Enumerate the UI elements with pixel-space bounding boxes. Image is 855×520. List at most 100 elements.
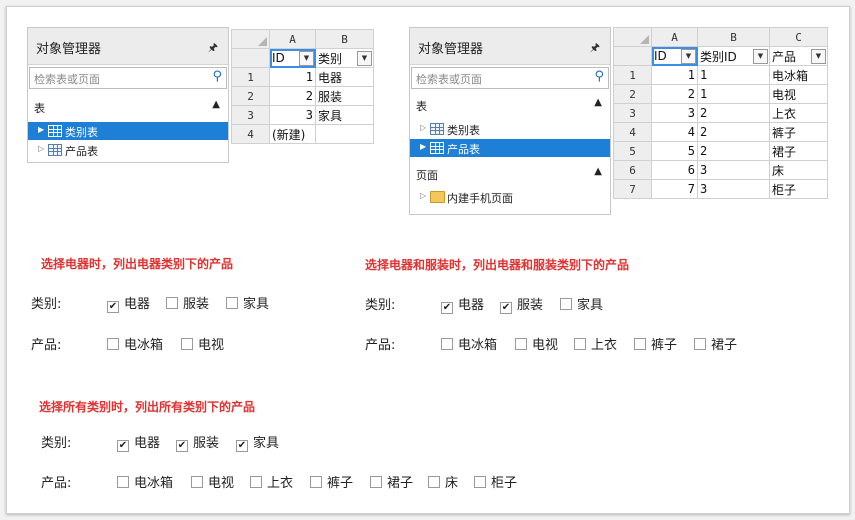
- product-checkbox[interactable]: 电视: [181, 334, 224, 353]
- table-row[interactable]: 5 5 2 裙子: [613, 141, 828, 161]
- cell-category[interactable]: 电器: [315, 67, 374, 87]
- cell-product[interactable]: 电冰箱: [769, 65, 828, 85]
- checkbox-checked-icon[interactable]: ✔: [107, 301, 119, 313]
- cell-category-id[interactable]: 2: [697, 122, 770, 142]
- checkbox-unchecked-icon[interactable]: [370, 476, 382, 488]
- product-checkbox[interactable]: 电视: [515, 334, 558, 353]
- category-checkbox[interactable]: 家具: [226, 293, 269, 312]
- checkbox-unchecked-icon[interactable]: [474, 476, 486, 488]
- row-number[interactable]: 1: [613, 65, 652, 85]
- checkbox-unchecked-icon[interactable]: [310, 476, 322, 488]
- cell-id[interactable]: 6: [651, 160, 698, 180]
- expand-arrow-icon[interactable]: ▷: [420, 123, 426, 132]
- cell-product[interactable]: 裙子: [769, 141, 828, 161]
- expand-arrow-icon[interactable]: ▶: [420, 142, 426, 151]
- table-row[interactable]: 4 4 2 裤子: [613, 122, 828, 142]
- category-checkbox[interactable]: ✔ 家具: [236, 432, 279, 452]
- section-pages[interactable]: 页面 ▲: [410, 165, 610, 183]
- dropdown-arrow-icon[interactable]: ▼: [753, 49, 768, 64]
- field-header-product[interactable]: 产品 ▼: [769, 46, 828, 66]
- table-row[interactable]: 6 6 3 床: [613, 160, 828, 180]
- search-input[interactable]: 检索表或页面 ⚲: [29, 67, 227, 89]
- cell-category-id[interactable]: 2: [697, 103, 770, 123]
- expand-arrow-icon[interactable]: ▷: [38, 144, 44, 153]
- chevron-up-icon[interactable]: ▲: [212, 99, 220, 110]
- category-checkbox[interactable]: ✔ 服装: [500, 294, 543, 314]
- section-tables[interactable]: 表 ▲: [28, 98, 228, 116]
- row-number[interactable]: 1: [231, 67, 270, 87]
- checkbox-unchecked-icon[interactable]: [107, 338, 119, 350]
- cell-id[interactable]: 1: [269, 67, 316, 87]
- cell-category-id[interactable]: 2: [697, 141, 770, 161]
- dropdown-arrow-icon[interactable]: ▼: [357, 51, 372, 66]
- product-checkbox[interactable]: 裤子: [310, 472, 353, 491]
- field-header-id[interactable]: ID ▼: [651, 46, 698, 66]
- product-checkbox[interactable]: 裤子: [634, 334, 677, 353]
- category-checkbox[interactable]: ✔ 电器: [107, 293, 150, 313]
- cell-id[interactable]: 7: [651, 179, 698, 199]
- select-all-corner[interactable]: [231, 29, 270, 49]
- table-row[interactable]: 1 1 1 电冰箱: [613, 65, 828, 85]
- search-icon[interactable]: ⚲: [594, 69, 604, 84]
- dropdown-arrow-icon[interactable]: ▼: [299, 51, 314, 66]
- category-checkbox[interactable]: ✔ 电器: [441, 294, 484, 314]
- checkbox-unchecked-icon[interactable]: [181, 338, 193, 350]
- category-checkbox[interactable]: ✔ 服装: [176, 432, 219, 452]
- search-icon[interactable]: ⚲: [212, 69, 222, 84]
- checkbox-unchecked-icon[interactable]: [117, 476, 129, 488]
- cell-product[interactable]: 上衣: [769, 103, 828, 123]
- product-checkbox[interactable]: 床: [428, 472, 458, 491]
- product-checkbox[interactable]: 电冰箱: [441, 334, 497, 353]
- cell-id[interactable]: 5: [651, 141, 698, 161]
- checkbox-checked-icon[interactable]: ✔: [236, 440, 248, 452]
- checkbox-unchecked-icon[interactable]: [226, 297, 238, 309]
- product-checkbox[interactable]: 电视: [191, 472, 234, 491]
- pin-icon[interactable]: 🖈︎: [590, 39, 600, 58]
- chevron-up-icon[interactable]: ▲: [594, 166, 602, 177]
- checkbox-checked-icon[interactable]: ✔: [500, 302, 512, 314]
- table-row[interactable]: 7 7 3 柜子: [613, 179, 828, 199]
- checkbox-checked-icon[interactable]: ✔: [441, 302, 453, 314]
- row-number[interactable]: 3: [613, 103, 652, 123]
- cell-id[interactable]: 1: [651, 65, 698, 85]
- cell-id[interactable]: 3: [651, 103, 698, 123]
- table-row[interactable]: 2 2 1 电视: [613, 84, 828, 104]
- product-checkbox[interactable]: 上衣: [250, 472, 293, 491]
- cell-product[interactable]: 电视: [769, 84, 828, 104]
- cell-id[interactable]: 2: [651, 84, 698, 104]
- column-header[interactable]: B: [315, 29, 374, 49]
- section-tables[interactable]: 表 ▲: [410, 96, 610, 114]
- table-row[interactable]: 3 3 2 上衣: [613, 103, 828, 123]
- row-number[interactable]: 6: [613, 160, 652, 180]
- cell-category[interactable]: 家具: [315, 105, 374, 125]
- tree-item-category-table[interactable]: ▷ 类别表: [410, 120, 610, 138]
- expand-arrow-icon[interactable]: ▷: [420, 191, 426, 200]
- tree-item-mobile-page[interactable]: ▷ 内建手机页面: [410, 188, 610, 206]
- dropdown-arrow-icon[interactable]: ▼: [811, 49, 826, 64]
- product-checkbox[interactable]: 上衣: [574, 334, 617, 353]
- checkbox-unchecked-icon[interactable]: [694, 338, 706, 350]
- product-checkbox[interactable]: 裙子: [370, 472, 413, 491]
- column-header[interactable]: A: [269, 29, 316, 49]
- checkbox-unchecked-icon[interactable]: [428, 476, 440, 488]
- checkbox-unchecked-icon[interactable]: [166, 297, 178, 309]
- table-row[interactable]: 2 2 服装: [231, 86, 374, 106]
- category-checkbox[interactable]: 家具: [560, 294, 603, 313]
- cell-id[interactable]: 2: [269, 86, 316, 106]
- cell-product[interactable]: 柜子: [769, 179, 828, 199]
- field-header-category[interactable]: 类别 ▼: [315, 48, 374, 68]
- checkbox-unchecked-icon[interactable]: [560, 298, 572, 310]
- checkbox-checked-icon[interactable]: ✔: [176, 440, 188, 452]
- row-number[interactable]: 7: [613, 179, 652, 199]
- pin-icon[interactable]: 🖈︎: [208, 39, 218, 58]
- cell-product[interactable]: 裤子: [769, 122, 828, 142]
- product-checkbox[interactable]: 电冰箱: [117, 472, 173, 491]
- chevron-up-icon[interactable]: ▲: [594, 97, 602, 108]
- dropdown-arrow-icon[interactable]: ▼: [681, 49, 696, 64]
- column-header[interactable]: B: [697, 27, 770, 47]
- tree-item-category-table[interactable]: ▶ 类别表: [28, 122, 228, 140]
- column-header[interactable]: C: [769, 27, 828, 47]
- row-number[interactable]: 2: [231, 86, 270, 106]
- checkbox-unchecked-icon[interactable]: [634, 338, 646, 350]
- product-checkbox[interactable]: 裙子: [694, 334, 737, 353]
